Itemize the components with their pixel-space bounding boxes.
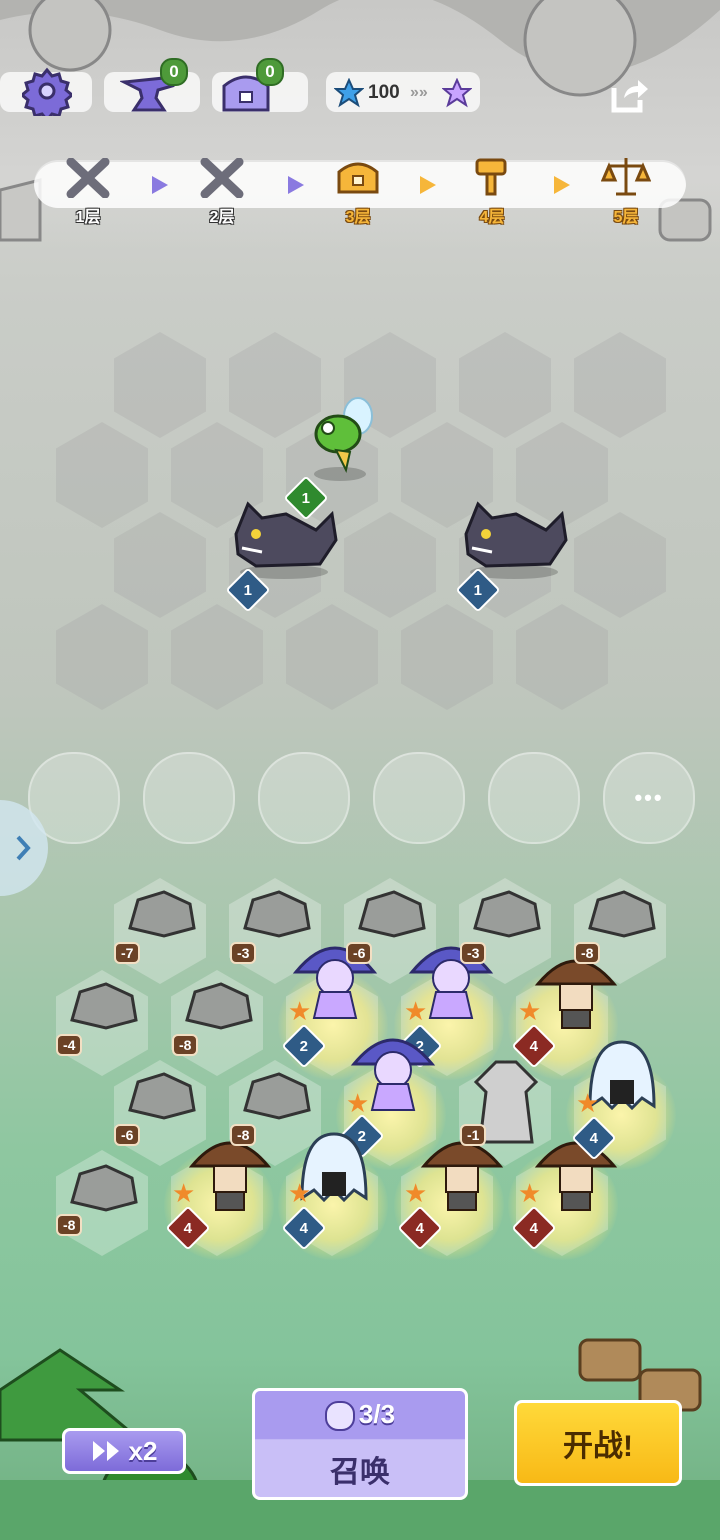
chevron-right-icon	[16, 835, 31, 861]
floor-3: 3层	[318, 152, 398, 227]
bench-slot[interactable]	[373, 752, 465, 844]
hex-cell[interactable]	[516, 604, 608, 710]
star-icon: ★	[518, 996, 542, 1026]
bench-slot[interactable]	[488, 752, 580, 844]
stars-value: 100	[368, 82, 400, 103]
bench-slot[interactable]	[143, 752, 235, 844]
summon-count: 3/3	[255, 1399, 465, 1432]
hex-cell[interactable]	[171, 604, 263, 710]
rock-value: -6	[114, 1124, 141, 1146]
summon-label: 召唤	[330, 1456, 390, 1489]
floor-1-label: 1层	[75, 209, 101, 226]
share-exit-icon[interactable]	[606, 74, 650, 118]
star-icon: ★	[404, 1178, 428, 1208]
rock-value: -4	[56, 1034, 83, 1056]
rock-value: -3	[460, 942, 487, 964]
floor-arrow	[420, 176, 436, 194]
floor-1: 1层	[48, 157, 128, 227]
star-icon: ★	[288, 996, 312, 1026]
rock-obstacle[interactable]	[66, 980, 140, 1032]
chevrons-right-icon: »»	[410, 84, 428, 101]
star-icon: ★	[518, 1178, 542, 1208]
summon-count-text: 3/3	[358, 1399, 396, 1429]
hex-cell[interactable]	[114, 512, 206, 618]
star-icon: ★	[404, 996, 428, 1026]
summon-button[interactable]: 3/3 召唤	[252, 1388, 468, 1500]
hex-cell[interactable]	[401, 604, 493, 710]
rock-value: -8	[172, 1034, 199, 1056]
wolf-enemy-left[interactable]	[228, 494, 340, 580]
star-icon: ★	[288, 1178, 312, 1208]
speed-label: x2	[128, 1435, 158, 1466]
hex-cell[interactable]	[574, 332, 666, 438]
hex-cell[interactable]	[286, 604, 378, 710]
hammer-icon	[475, 158, 507, 196]
rock-obstacle[interactable]	[124, 888, 198, 940]
rock-value: -3	[230, 942, 257, 964]
rock-value: -1	[460, 1124, 487, 1146]
floor-5: 5层	[586, 154, 666, 227]
hex-cell[interactable]	[114, 332, 206, 438]
floor-2-label: 2层	[209, 209, 235, 226]
rock-value: -8	[574, 942, 601, 964]
hex-cell[interactable]	[459, 332, 551, 438]
gear-icon[interactable]	[19, 66, 75, 123]
floor-arrow	[152, 176, 168, 194]
floor-arrow	[288, 176, 304, 194]
star-icon: ★	[346, 1088, 370, 1118]
purple-star-icon	[441, 77, 473, 108]
hex-cell[interactable]	[344, 512, 436, 618]
rock-value: -8	[230, 1124, 257, 1146]
hex-cell[interactable]	[574, 512, 666, 618]
rock-obstacle[interactable]	[66, 1162, 140, 1214]
hex-cell[interactable]	[56, 604, 148, 710]
floor-arrow	[554, 176, 570, 194]
anvil-count-badge: 0	[160, 58, 188, 86]
start-battle-label: 开战!	[563, 1430, 633, 1463]
summon-orb-icon	[324, 1401, 355, 1432]
speed-toggle-button[interactable]: x2	[62, 1428, 186, 1474]
floor-3-label: 3层	[345, 209, 371, 226]
rock-value: -8	[56, 1214, 83, 1236]
crossed-swords-icon	[200, 157, 244, 199]
floor-4-label: 4层	[479, 209, 505, 226]
rock-value: -7	[114, 942, 141, 964]
rock-obstacle[interactable]	[239, 1070, 313, 1122]
blue-star-icon	[333, 77, 365, 108]
crossed-swords-icon	[66, 157, 110, 199]
wolf-enemy-right[interactable]	[458, 494, 570, 580]
rock-obstacle[interactable]	[584, 888, 658, 940]
treasure-chest-icon	[337, 162, 379, 194]
fast-forward-icon	[92, 1441, 119, 1461]
bee-enemy[interactable]	[306, 396, 380, 482]
start-battle-button[interactable]: 开战!	[514, 1400, 682, 1486]
star-icon: ★	[576, 1088, 600, 1118]
floor-5-label: 5层	[613, 209, 639, 226]
rock-value: -6	[346, 942, 373, 964]
rock-obstacle[interactable]	[181, 980, 255, 1032]
hex-cell[interactable]	[56, 422, 148, 528]
chest-count-badge: 0	[256, 58, 284, 86]
bench-slot[interactable]	[258, 752, 350, 844]
bench-more-button[interactable]: •••	[603, 752, 695, 844]
scales-icon	[600, 158, 652, 196]
floor-2: 2层	[182, 157, 262, 227]
star-icon: ★	[172, 1178, 196, 1208]
floor-4: 4层	[452, 154, 532, 227]
rock-obstacle[interactable]	[124, 1070, 198, 1122]
